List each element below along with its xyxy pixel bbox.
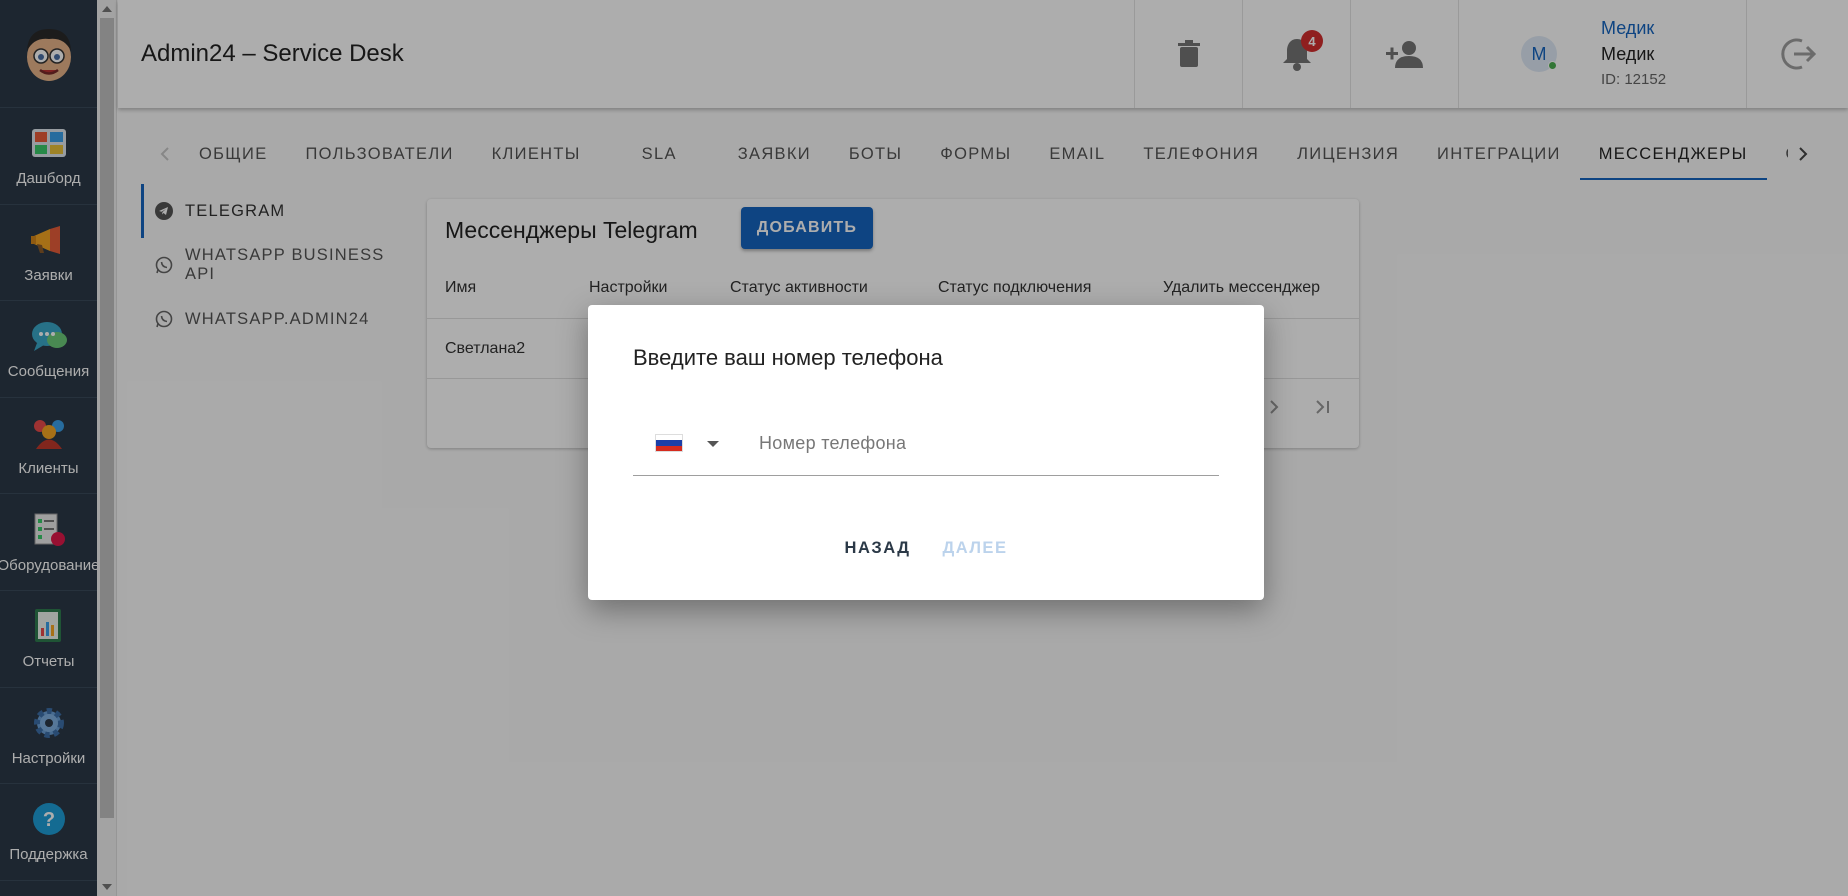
- russia-flag-icon[interactable]: [655, 434, 683, 452]
- back-button[interactable]: НАЗАД: [841, 531, 915, 565]
- next-button[interactable]: ДАЛЕЕ: [938, 531, 1011, 565]
- dialog-title: Введите ваш номер телефона: [633, 345, 943, 370]
- country-dropdown-caret-icon[interactable]: [707, 441, 719, 447]
- dialog-actions: НАЗАД ДАЛЕЕ: [588, 531, 1264, 565]
- phone-number-input[interactable]: [759, 425, 1209, 461]
- phone-field: [633, 409, 1219, 476]
- phone-number-dialog: Введите ваш номер телефона НАЗАД ДАЛЕЕ: [588, 305, 1264, 600]
